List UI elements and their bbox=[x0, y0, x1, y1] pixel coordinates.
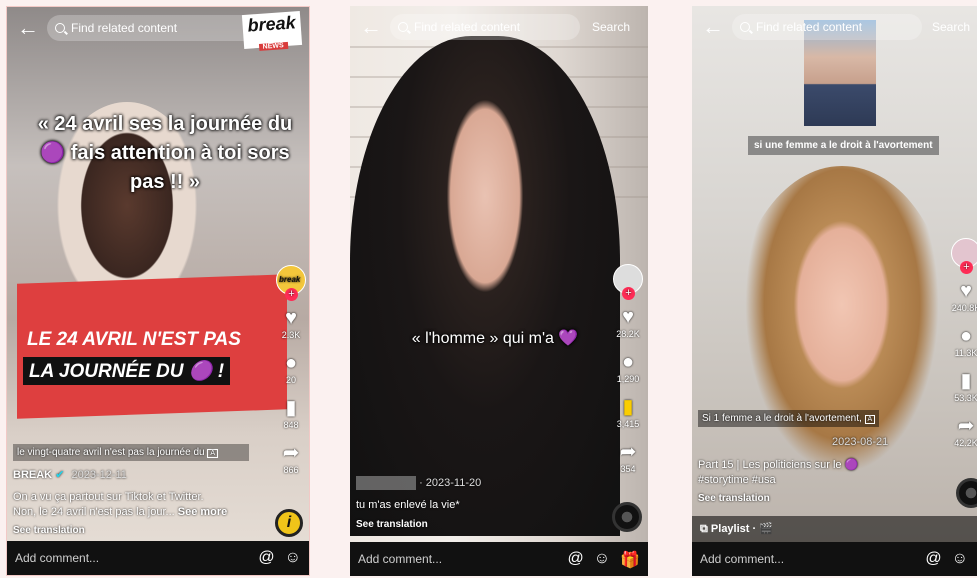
video-card-right[interactable]: ← Find related content Search si une fem… bbox=[692, 6, 977, 576]
search-button[interactable]: Search bbox=[932, 20, 970, 34]
heart-icon[interactable]: ♥ bbox=[622, 306, 634, 328]
gift-icon[interactable]: 🎁 bbox=[620, 550, 640, 570]
search-icon bbox=[55, 23, 65, 33]
see-more-link[interactable]: See more bbox=[178, 506, 228, 518]
top-caption: si une femme a le droit à l'avortement bbox=[748, 136, 939, 155]
music-disc[interactable] bbox=[612, 502, 642, 532]
see-translation-link[interactable]: See translation bbox=[698, 493, 770, 504]
heart-icon[interactable]: ♥ bbox=[285, 307, 297, 329]
break-news-logo: break NEWS bbox=[241, 11, 303, 51]
hashtags[interactable]: #storytime #usa bbox=[698, 474, 776, 486]
post-date: 2023-08-21 bbox=[832, 436, 889, 448]
see-translation-link[interactable]: See translation bbox=[356, 519, 428, 530]
share-icon[interactable]: ➦ bbox=[283, 442, 300, 464]
comment-icon[interactable]: ● bbox=[285, 352, 297, 374]
emoji-icon[interactable]: ☺ bbox=[594, 550, 610, 570]
comment-icon[interactable]: ● bbox=[960, 325, 972, 347]
bookmark-icon[interactable]: ▮ bbox=[960, 370, 971, 392]
person-silhouette bbox=[350, 36, 620, 536]
search-input[interactable]: Find related content bbox=[390, 14, 580, 40]
author-name-blurred[interactable] bbox=[356, 476, 416, 490]
follow-plus-icon[interactable]: + bbox=[622, 287, 635, 300]
emoji-icon[interactable]: ☺ bbox=[952, 550, 968, 568]
creator-avatar[interactable]: + bbox=[613, 264, 643, 300]
bookmark-icon[interactable]: ▮ bbox=[622, 396, 633, 418]
search-placeholder: Find related content bbox=[414, 20, 521, 34]
search-placeholder: Find related content bbox=[756, 20, 863, 34]
comment-input[interactable]: Add comment... bbox=[358, 552, 442, 566]
follow-plus-icon[interactable]: + bbox=[285, 288, 298, 301]
search-placeholder: Find related content bbox=[71, 21, 178, 35]
share-icon[interactable]: ➦ bbox=[620, 441, 637, 463]
creator-avatar[interactable]: break + bbox=[276, 265, 306, 301]
description: On a vu ça partout sur Tiktok et Twitter… bbox=[13, 491, 228, 518]
search-input[interactable]: Find related content bbox=[732, 14, 922, 40]
clapper-icon: 🎬 bbox=[759, 523, 773, 535]
overlay-caption: « l'homme » qui m'a 💜 bbox=[411, 330, 579, 347]
back-arrow-icon[interactable]: ← bbox=[702, 16, 724, 38]
verified-icon: ✔ bbox=[55, 469, 65, 481]
mention-icon[interactable]: @ bbox=[925, 550, 941, 568]
translate-icon: A bbox=[207, 449, 219, 458]
comment-icon[interactable]: ● bbox=[622, 351, 634, 373]
comment-input[interactable]: Add comment... bbox=[700, 552, 784, 566]
post-date: 2023-12-11 bbox=[71, 469, 127, 481]
search-input[interactable]: Find related content bbox=[47, 15, 267, 41]
search-icon bbox=[740, 22, 750, 32]
search-icon bbox=[398, 22, 408, 32]
follow-plus-icon[interactable]: + bbox=[960, 261, 973, 274]
bookmark-icon[interactable]: ▮ bbox=[285, 397, 296, 419]
mention-icon[interactable]: @ bbox=[258, 549, 274, 567]
overlay-caption[interactable]: Si 1 femme a le droit à l'avortement, A bbox=[698, 410, 880, 427]
part-description: Les politiciens sur le 🟣 bbox=[742, 459, 859, 471]
video-card-middle[interactable]: ← Find related content Search « l'homme … bbox=[350, 6, 648, 576]
back-arrow-icon[interactable]: ← bbox=[17, 17, 39, 39]
banner-line-1: LE 24 AVRIL N'EST PAS bbox=[27, 329, 241, 350]
info-disc[interactable]: i bbox=[275, 509, 303, 537]
comment-input[interactable]: Add comment... bbox=[15, 551, 99, 565]
video-card-left[interactable]: ← Find related content break NEWS « 24 a… bbox=[6, 6, 310, 576]
creator-avatar[interactable]: + bbox=[951, 238, 977, 274]
share-icon[interactable]: ➦ bbox=[958, 415, 975, 437]
playlist-icon: ⧉ bbox=[700, 523, 708, 535]
translated-caption-bar[interactable]: le vingt-quatre avril n'est pas la journ… bbox=[13, 444, 249, 461]
overlay-caption: « 24 avril ses la journée du 🟣 fais atte… bbox=[37, 113, 293, 193]
see-translation-link[interactable]: See translation bbox=[13, 525, 85, 536]
part-label: Part 15 bbox=[698, 459, 734, 471]
heart-icon[interactable]: ♥ bbox=[960, 280, 972, 302]
description: tu m'as enlevé la vie* bbox=[356, 499, 460, 511]
mention-icon[interactable]: @ bbox=[567, 550, 583, 570]
search-button[interactable]: Search bbox=[592, 20, 630, 34]
back-arrow-icon[interactable]: ← bbox=[360, 16, 382, 38]
playlist-bar[interactable]: ⧉ Playlist · 🎬 bbox=[692, 516, 977, 542]
banner-line-2: LA JOURNÉE DU 🟣 ! bbox=[23, 357, 231, 385]
translate-icon: A bbox=[864, 415, 876, 424]
author-name[interactable]: BREAK bbox=[13, 469, 52, 481]
post-date: · 2023-11-20 bbox=[419, 476, 482, 489]
emoji-icon[interactable]: ☺ bbox=[285, 549, 301, 567]
